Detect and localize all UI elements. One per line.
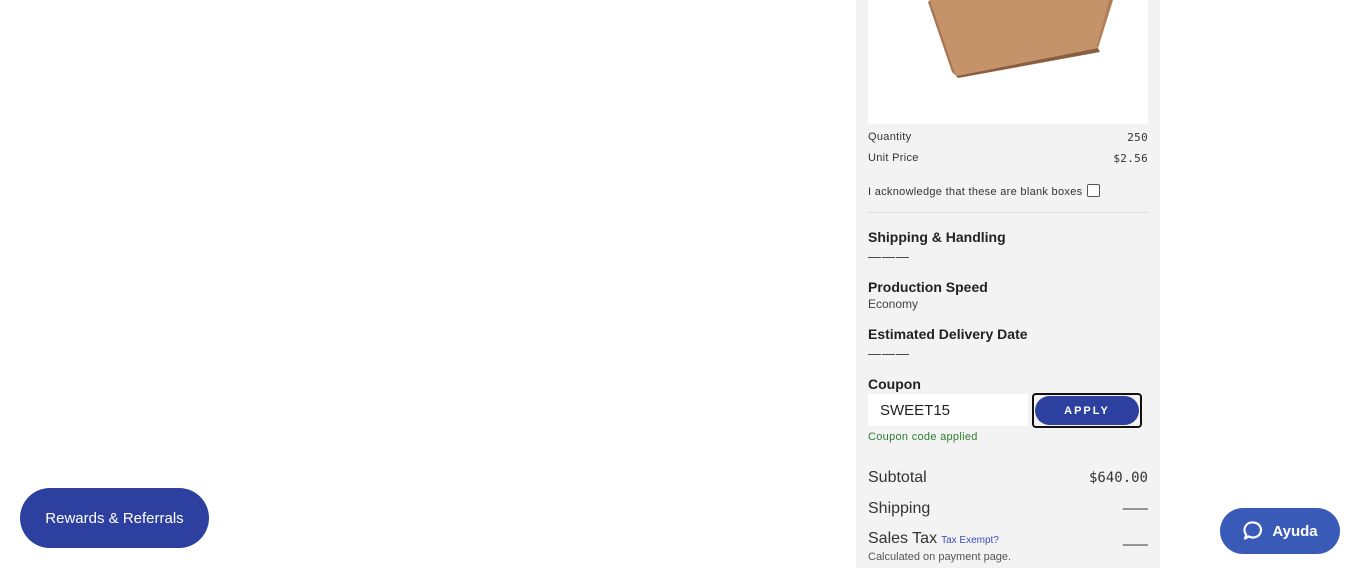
help-label: Ayuda	[1272, 522, 1318, 540]
chat-bubble-icon	[1242, 520, 1264, 542]
estimated-delivery-value: ———	[868, 346, 910, 361]
shipping-row: Shipping ———	[868, 500, 1148, 518]
rewards-referrals-button[interactable]: Rewards & Referrals	[20, 488, 209, 548]
sales-tax-value: ———	[1122, 537, 1148, 553]
acknowledge-checkbox[interactable]	[1087, 183, 1101, 197]
product-image	[868, 0, 1148, 124]
acknowledge-row: I acknowledge that these are blank boxes	[868, 183, 1148, 198]
divider	[868, 212, 1148, 213]
tax-exempt-link[interactable]: Tax Exempt?	[941, 535, 999, 546]
shipping-value: ———	[1122, 501, 1148, 517]
estimated-delivery-title: Estimated Delivery Date	[868, 326, 1028, 342]
shipping-label: Shipping	[868, 500, 931, 517]
sales-tax-row: Sales Tax Tax Exempt? ———	[868, 530, 1148, 553]
apply-button[interactable]: APPLY	[1035, 396, 1139, 425]
quantity-value: 250	[1127, 131, 1148, 144]
page: Quantity 250 Unit Price $2.56 I acknowle…	[0, 0, 1360, 568]
coupon-input[interactable]	[868, 394, 1028, 426]
production-speed-value: Economy	[868, 297, 919, 311]
help-button[interactable]: Ayuda	[1220, 508, 1340, 554]
tax-note: Calculated on payment page.	[868, 551, 1012, 563]
sales-tax-label: Sales Tax	[868, 530, 938, 547]
cardboard-box-image	[928, 0, 1113, 78]
quantity-row: Quantity 250	[868, 131, 1148, 144]
order-summary-panel: Quantity 250 Unit Price $2.56 I acknowle…	[856, 0, 1160, 568]
subtotal-row: Subtotal $640.00	[868, 469, 1148, 487]
acknowledge-label: I acknowledge that these are blank boxes	[868, 186, 1083, 198]
shipping-handling-value: ———	[868, 249, 910, 264]
production-speed-title: Production Speed	[868, 279, 988, 295]
subtotal-label: Subtotal	[868, 469, 927, 486]
unit-price-row: Unit Price $2.56	[868, 152, 1148, 165]
coupon-status-message: Coupon code applied	[868, 431, 978, 443]
shipping-handling-title: Shipping & Handling	[868, 229, 1006, 245]
subtotal-value: $640.00	[1088, 470, 1148, 486]
apply-button-focus-ring: APPLY	[1032, 393, 1142, 428]
unit-price-value: $2.56	[1113, 152, 1148, 165]
quantity-label: Quantity	[868, 131, 912, 143]
coupon-title: Coupon	[868, 376, 921, 392]
unit-price-label: Unit Price	[868, 152, 919, 164]
